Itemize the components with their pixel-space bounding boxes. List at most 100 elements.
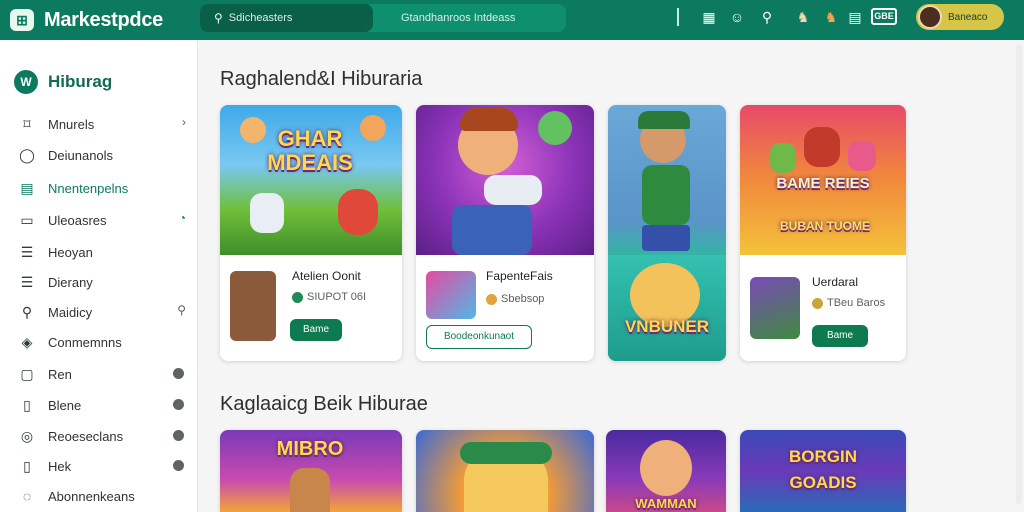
game-thumbnail[interactable]: BAME REIES BUBAN TUOME xyxy=(740,105,906,255)
profile-name: Baneaco xyxy=(948,11,988,23)
sidebar-item[interactable]: ☰ Heoyan xyxy=(18,240,190,264)
sidebar-item[interactable]: ▯ Hek xyxy=(18,454,190,478)
box-icon: ▢ xyxy=(20,366,34,382)
grid-icon[interactable]: ▦ xyxy=(700,8,718,26)
sidebar-item-label: Deiunanols xyxy=(48,147,114,163)
section-title: Raghalend&I Hiburaria xyxy=(220,68,423,90)
game-title: FapenteFais xyxy=(486,269,553,283)
character-figure xyxy=(230,271,276,341)
download-button[interactable]: Boodeonkunaot xyxy=(426,325,532,349)
user-icon: ◌ xyxy=(22,488,32,504)
game-meta-text: Sbebsop xyxy=(501,293,545,305)
status-dot-icon xyxy=(173,399,184,410)
sidebar-item[interactable]: ◯ Deiunanols xyxy=(18,143,190,167)
thumbnail-subtitle: BUBAN TUOME xyxy=(780,219,870,233)
character-figure xyxy=(848,141,876,171)
sidebar-item[interactable]: ▭ Uleoasres ◔ xyxy=(18,208,190,232)
search-input[interactable]: ⚲ Sdicheasters xyxy=(200,4,373,32)
target-icon: ◎ xyxy=(20,428,34,444)
character-figure xyxy=(538,111,572,145)
status-icon: ◔ xyxy=(178,211,186,225)
list-icon: ☰ xyxy=(20,274,34,290)
game-meta: TBeu Baros xyxy=(812,297,885,309)
status-icon: ⚲ xyxy=(177,303,186,317)
search-icon: ⚲ xyxy=(21,304,33,320)
sidebar-item[interactable]: ◎ Reoeseclans xyxy=(18,424,190,448)
sidebar: W Hiburag ⌑ Mnurels › ◯ Deiunanols ▤ Nnentenpe… xyxy=(0,40,198,512)
sidebar-item-label: Uleoasres xyxy=(48,212,107,228)
game-meta: Sbebsop xyxy=(486,293,544,305)
badge-icon[interactable]: GBE xyxy=(871,8,897,25)
sidebar-item[interactable]: ▢ Ren xyxy=(18,362,190,386)
sidebar-item[interactable]: ◈ Conmemnns xyxy=(18,330,190,354)
game-card[interactable]: FapenteFais Sbebsop Boodeonkunaot xyxy=(416,105,594,361)
card-icon: ▭ xyxy=(20,212,34,228)
sidebar-item-label: Blene xyxy=(48,397,82,413)
clipboard-icon: ▯ xyxy=(23,397,31,413)
sidebar-item-label: Mnurels xyxy=(48,116,95,132)
sidebar-item[interactable]: ▤ Nnentenpelns xyxy=(18,176,190,200)
app-title: Markestpdce xyxy=(44,8,163,31)
scrollbar[interactable] xyxy=(1016,44,1022,504)
chat-icon: ◯ xyxy=(19,147,35,163)
game-thumbnail[interactable]: GHAR MDEAIS xyxy=(220,105,402,255)
game-title: Atelien Oonit xyxy=(292,269,361,283)
search-icon: ⚲ xyxy=(214,11,223,25)
brand-icon: W xyxy=(14,70,38,94)
status-dot-icon xyxy=(173,460,184,471)
grid-icon[interactable]: ▤ xyxy=(846,8,864,26)
character-hat xyxy=(460,442,552,464)
game-card[interactable]: BORGIN GOADIS xyxy=(740,430,906,512)
game-card[interactable]: WAMMAN xyxy=(606,430,726,512)
character-figure xyxy=(452,205,532,255)
character-figure xyxy=(640,440,692,496)
game-card[interactable]: VNBUNER xyxy=(608,105,726,361)
search-icon[interactable]: ⚲ xyxy=(758,8,776,26)
thumbnail-title: BORGIN GOADIS xyxy=(789,447,857,492)
character-icon[interactable]: ♞ xyxy=(822,8,840,26)
toolbar-divider xyxy=(677,8,679,26)
play-button[interactable]: Bame xyxy=(290,319,342,341)
character-figure xyxy=(770,143,796,173)
play-button[interactable]: Bame xyxy=(812,325,868,347)
sidebar-item-label: Ren xyxy=(48,366,72,382)
character-figure xyxy=(338,189,378,235)
character-figure xyxy=(804,127,840,167)
sidebar-item[interactable]: ⚲ Maidicy ⚲ xyxy=(18,300,190,324)
calendar-icon: ▤ xyxy=(20,180,34,196)
store-icon[interactable]: ⊞ xyxy=(10,9,34,31)
game-thumbnail[interactable] xyxy=(416,105,594,255)
game-meta-text: TBeu Baros xyxy=(827,297,886,309)
game-card[interactable] xyxy=(416,430,594,512)
sidebar-item[interactable]: ◌ Abonnenkeans xyxy=(18,484,190,508)
character-figure xyxy=(250,193,284,233)
emoji-icon[interactable]: ☺ xyxy=(728,8,746,26)
sidebar-item-label: Hek xyxy=(48,458,72,474)
search-filter[interactable]: Gtandhanroos Intdeass xyxy=(373,12,515,24)
thumbnail-title: MIBRO xyxy=(276,438,344,460)
chevron-right-icon: › xyxy=(182,115,186,129)
status-icon xyxy=(292,291,303,303)
status-dot-icon xyxy=(173,430,184,441)
profile-button[interactable]: Baneaco xyxy=(916,4,1004,30)
sidebar-brand[interactable]: W Hiburag xyxy=(14,70,112,94)
top-bar: ⊞ Markestpdce ⚲ Sdicheasters Gtandhanroo… xyxy=(0,0,1024,40)
sidebar-item[interactable]: ⌑ Mnurels › xyxy=(18,112,190,136)
controller-icon xyxy=(484,175,542,205)
sidebar-item[interactable]: ▯ Blene xyxy=(18,393,190,417)
search-bar[interactable]: ⚲ Sdicheasters Gtandhanroos Intdeass xyxy=(200,4,566,32)
sidebar-brand-label: Hiburag xyxy=(48,72,113,91)
character-icon[interactable]: ♞ xyxy=(794,8,812,26)
sidebar-item-label: Heoyan xyxy=(48,244,93,260)
sidebar-item-label: Abonnenkeans xyxy=(48,488,135,504)
game-card[interactable]: MIBRO xyxy=(220,430,402,512)
thumbnail-title: WAMMAN xyxy=(635,496,697,511)
game-title: Uerdaral xyxy=(812,275,859,289)
game-card[interactable]: BAME REIES BUBAN TUOME Uerdaral TBeu Bar… xyxy=(740,105,906,361)
character-figure xyxy=(642,225,690,251)
marketplace-app: ⊞ Markestpdce ⚲ Sdicheasters Gtandhanroo… xyxy=(0,0,1024,512)
game-card[interactable]: GHAR MDEAIS Atelien Oonit SIUPOT 06I Bam… xyxy=(220,105,402,361)
sidebar-item-label: Nnentenpelns xyxy=(48,180,129,196)
game-meta-text: SIUPOT 06I xyxy=(307,291,367,303)
sidebar-item[interactable]: ☰ Dierany xyxy=(18,270,190,294)
